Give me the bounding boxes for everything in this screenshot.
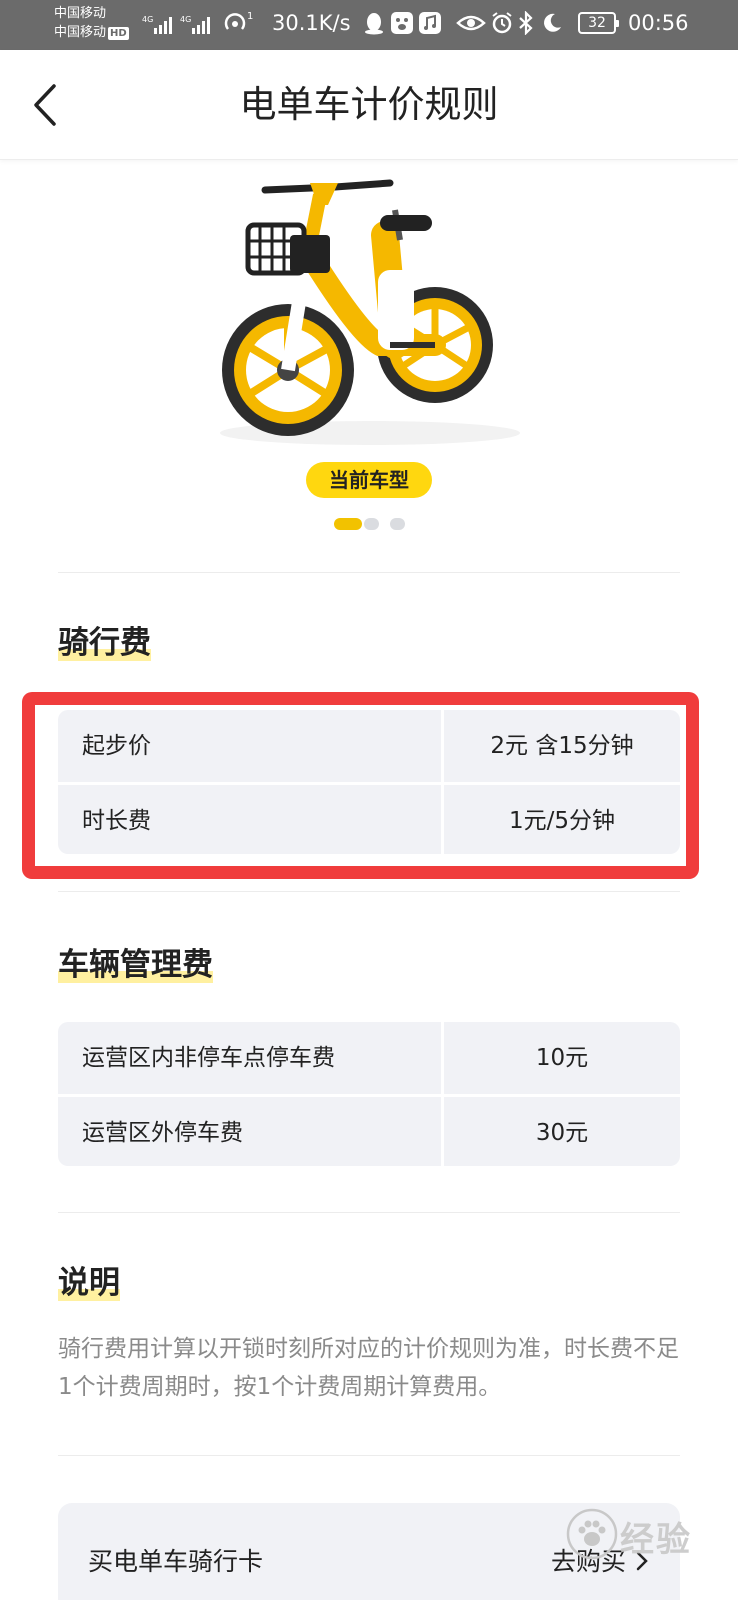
table-row: 运营区外停车费 30元	[58, 1094, 680, 1166]
buy-card-label: 买电单车骑行卡	[88, 1547, 264, 1576]
fee-value: 30元	[535, 1120, 589, 1146]
section-title-notes: 说明	[58, 1265, 120, 1301]
carrier-info: 中国移动 中国移动 HD	[54, 4, 129, 42]
eye-icon	[456, 11, 486, 35]
management-fee-table: 运营区内非停车点停车费 10元 运营区外停车费 30元	[58, 1022, 680, 1166]
table-row: 运营区内非停车点停车费 10元	[58, 1022, 680, 1094]
paw-logo-icon	[566, 1508, 618, 1560]
carrier-2: 中国移动	[54, 25, 107, 40]
watermark-text: 经验	[620, 1520, 692, 1560]
carrier-1: 中国移动	[54, 6, 107, 21]
qq-icon	[362, 11, 386, 35]
highlight-annotation-box	[22, 692, 699, 879]
fee-value: 10元	[535, 1045, 589, 1071]
music-app-icon	[418, 11, 442, 35]
net-type-2: 4G	[180, 15, 191, 24]
carousel-dot-3[interactable]	[390, 518, 405, 530]
section-title-management-fee: 车辆管理费	[58, 947, 213, 983]
signal-icon-2: 4G	[180, 14, 214, 36]
wifi-hotspot-icon: 1	[222, 10, 253, 34]
divider	[58, 891, 680, 892]
page-title: 电单车计价规则	[239, 83, 499, 126]
clock: 00:56	[628, 11, 689, 35]
notes-text: 骑行费用计算以开锁时刻所对应的计价规则为准，时长费不足1个计费周期时，按1个计费…	[58, 1336, 679, 1400]
network-speed: 30.1K/s	[272, 11, 351, 35]
divider	[58, 1455, 680, 1456]
hd-badge: HD	[108, 27, 129, 40]
section-title-riding-fee: 骑行费	[58, 625, 151, 661]
moon-icon	[540, 11, 564, 35]
hotspot-count: 1	[247, 11, 253, 22]
baidu-icon	[390, 11, 414, 35]
signal-icon-1: 4G	[142, 14, 176, 36]
net-type-1: 4G	[142, 15, 153, 24]
carousel-dot-2[interactable]	[364, 518, 379, 530]
battery-indicator: 32	[578, 12, 619, 34]
current-model-tag: 当前车型	[306, 462, 432, 498]
divider	[58, 572, 680, 573]
carousel-dot-1[interactable]	[334, 518, 362, 530]
nav-header: 电单车计价规则	[0, 50, 738, 160]
status-bar: 中国移动 中国移动 HD 4G 4G 1 30.1K/s 32 00:56	[0, 0, 738, 50]
fee-label: 运营区外停车费	[82, 1120, 243, 1146]
watermark: 经验	[560, 1500, 730, 1570]
bike-image[interactable]	[210, 175, 520, 455]
divider	[58, 1212, 680, 1213]
alarm-icon	[490, 11, 514, 35]
fee-label: 运营区内非停车点停车费	[82, 1045, 335, 1071]
bluetooth-icon	[516, 10, 540, 36]
